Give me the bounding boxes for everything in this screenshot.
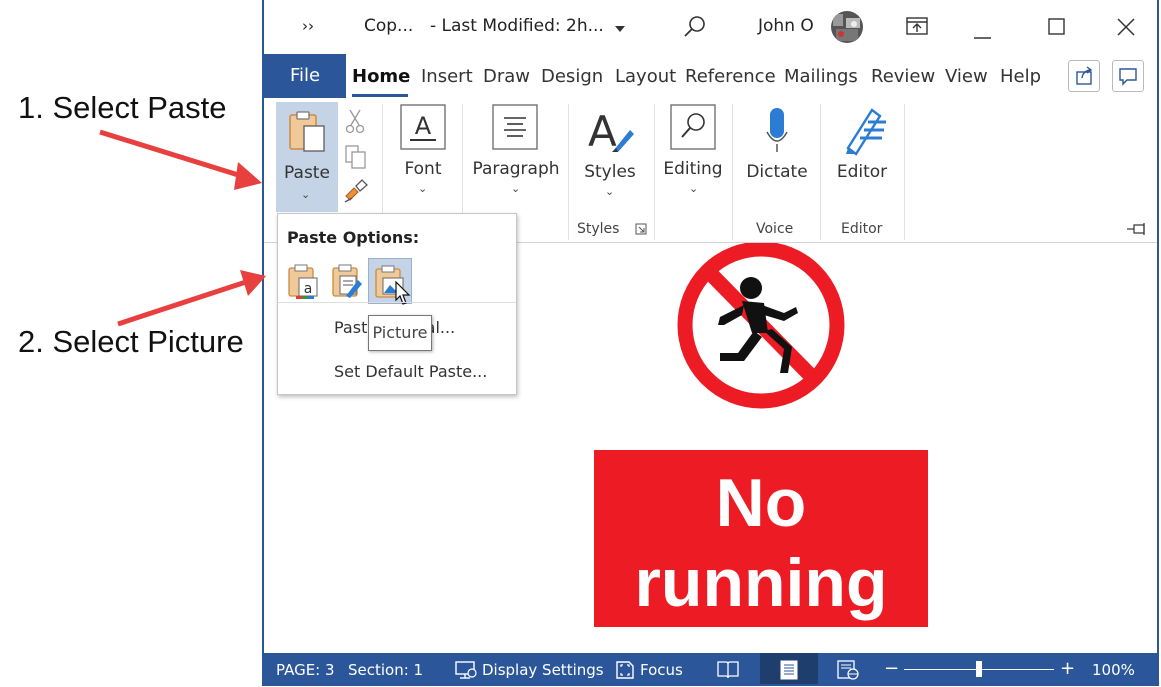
arrow-to-picture: [117, 270, 266, 327]
arrow-to-paste: [99, 129, 262, 190]
annotation-arrows: [99, 129, 266, 327]
